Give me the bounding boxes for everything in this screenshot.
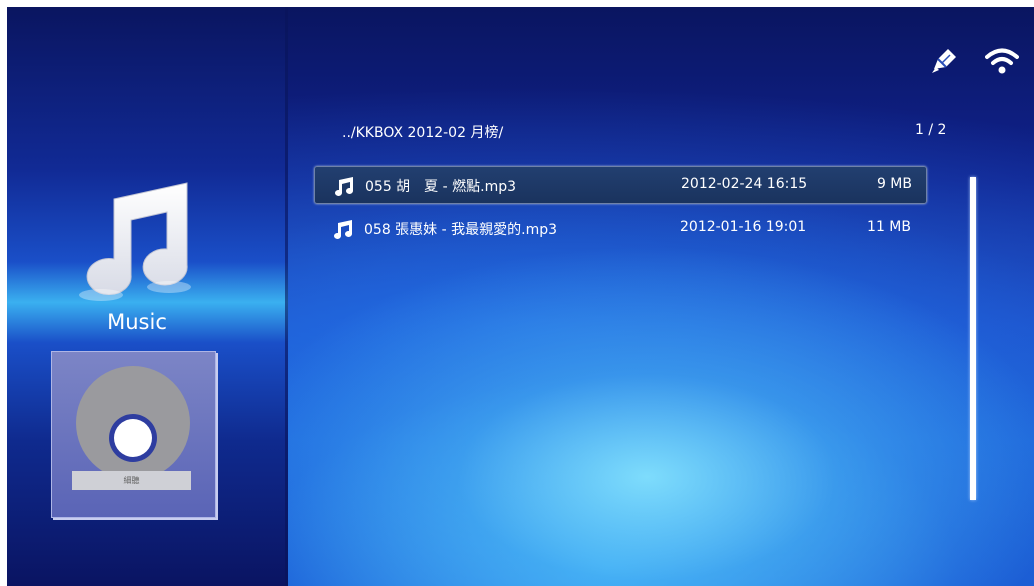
file-size: 9 MB: [876, 176, 912, 192]
current-folder-path: ../KKBOX 2012-02 月榜/: [342, 125, 504, 141]
page-indicator: 1 / 2: [915, 122, 947, 138]
file-date: 2012-02-24 16:15: [681, 176, 808, 192]
music-note-icon[interactable]: [69, 177, 199, 302]
category-label: Music: [107, 310, 167, 334]
status-icons: [930, 47, 1020, 77]
scrollbar[interactable]: [970, 177, 976, 500]
album-label: 細聽: [72, 471, 191, 490]
file-size: 11 MB: [867, 219, 911, 235]
file-row[interactable]: 058 張惠妹 - 我最親愛的.mp3 2012-01-16 19:01 11 …: [314, 210, 925, 246]
music-file-icon: [334, 220, 352, 239]
wifi-icon: [985, 48, 1019, 74]
category-sidebar: Music 細聽: [7, 7, 288, 586]
file-name: 058 張惠妹 - 我最親愛的.mp3: [364, 222, 558, 238]
file-date: 2012-01-16 19:01: [680, 219, 807, 235]
file-row[interactable]: 055 胡 夏 - 燃點.mp3 2012-02-24 16:15 9 MB: [314, 166, 927, 204]
album-card[interactable]: 細聽: [51, 351, 216, 518]
usb-edit-icon: [932, 49, 956, 73]
media-player-screen: Music 細聽 ../KKBOX 2012-02 月榜/ 1 / 2 055 …: [7, 7, 1034, 586]
music-file-icon: [335, 177, 353, 196]
file-name: 055 胡 夏 - 燃點.mp3: [365, 179, 517, 195]
disc-icon: [76, 366, 190, 480]
